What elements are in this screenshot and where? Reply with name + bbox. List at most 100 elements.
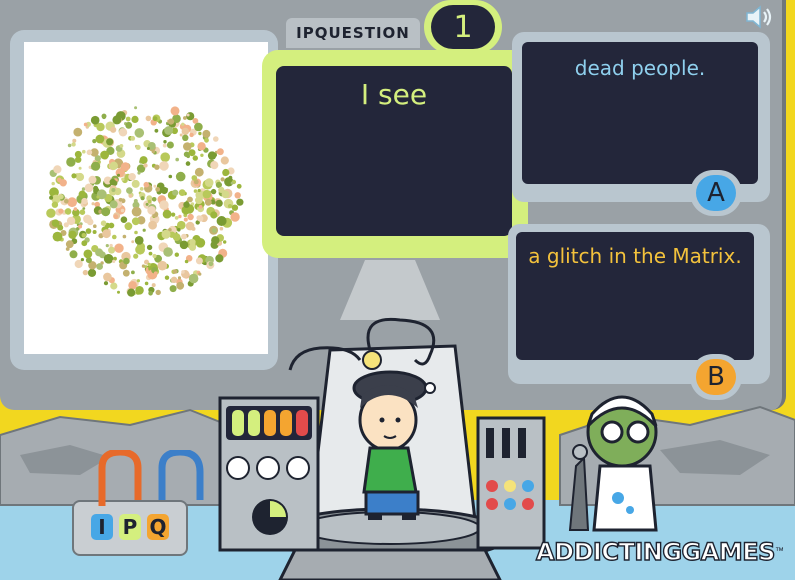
plate-dot	[100, 150, 109, 160]
plate-dot	[168, 174, 173, 179]
plate-dot	[72, 138, 77, 143]
plate-dot	[152, 116, 158, 122]
plate-dot	[188, 273, 199, 284]
plate-dot	[78, 190, 86, 198]
plate-dot	[170, 106, 180, 116]
answer-a-button[interactable]: A	[690, 170, 742, 216]
plate-dot	[204, 198, 212, 206]
plate-dot	[217, 148, 224, 156]
plate-dot	[148, 220, 157, 230]
plate-dot	[135, 244, 145, 255]
plate-dot	[73, 127, 83, 137]
plate-dot	[53, 165, 62, 174]
plate-dot	[101, 207, 111, 217]
plate-dot	[84, 183, 94, 193]
plate-dot	[137, 171, 141, 175]
plate-dot	[51, 201, 59, 208]
plate-dot	[178, 214, 182, 219]
plate-dot	[71, 173, 77, 179]
plate-dot	[215, 199, 223, 207]
plate-dot	[131, 270, 135, 275]
plate-dot	[111, 188, 116, 192]
plate-dot	[157, 260, 168, 271]
plate-dot	[128, 194, 133, 198]
plate-dot	[81, 233, 87, 238]
plate-dot	[148, 251, 153, 256]
plate-dot	[175, 157, 179, 162]
ipquestion-tab: IPQUESTION	[286, 18, 420, 48]
plate-dot	[177, 276, 182, 280]
plate-dot	[221, 190, 230, 199]
plate-dot	[83, 214, 92, 224]
plate-dot	[177, 228, 181, 232]
plate-dot	[210, 188, 217, 195]
plate-dot	[171, 212, 176, 217]
plate-dot	[219, 226, 224, 231]
answer-b-button[interactable]: B	[690, 354, 742, 400]
plate-dot	[51, 181, 55, 186]
plate-dot	[67, 143, 72, 148]
plate-dot	[151, 283, 156, 288]
ipq-letter-p: P	[119, 514, 141, 540]
plate-dot	[202, 189, 212, 199]
plate-dot	[112, 259, 116, 263]
logo-text[interactable]: ADDICTINGGAMES	[535, 537, 776, 566]
plate-dot	[117, 173, 120, 177]
answer-a-key[interactable]: A	[696, 175, 736, 211]
plate-dot	[162, 143, 167, 148]
plate-dot	[159, 200, 169, 210]
brain-scanner-machine	[218, 260, 546, 580]
plate-dot	[198, 205, 203, 209]
plate-dot	[163, 247, 173, 257]
answer-a-text[interactable]: dead people.	[522, 56, 758, 80]
plate-dot	[67, 197, 77, 208]
plate-dot	[96, 122, 105, 132]
plate-dot	[134, 230, 138, 235]
plate-dot	[147, 199, 152, 204]
plate-dot	[81, 197, 88, 205]
plate-dot	[136, 279, 140, 283]
plate-dot	[82, 149, 86, 154]
ipq-letter-q: Q	[147, 514, 169, 540]
plate-dot	[192, 155, 198, 161]
plate-dot	[120, 162, 130, 172]
plate-dot	[147, 206, 156, 215]
plate-dot	[133, 199, 138, 203]
answer-b-key[interactable]: B	[696, 359, 736, 395]
plate-dot	[181, 127, 189, 136]
scientist-character	[568, 395, 658, 532]
plate-dot	[139, 187, 144, 191]
plate-dot	[108, 246, 116, 254]
plate-dot	[65, 247, 70, 251]
plate-dot	[144, 281, 149, 286]
plate-dot	[69, 250, 78, 259]
plate-dot	[91, 202, 95, 206]
plate-dot	[128, 173, 136, 181]
plate-dot	[236, 183, 242, 189]
addictinggames-logo[interactable]: ADDICTINGGAMES™	[535, 537, 784, 578]
plate-dot	[91, 161, 101, 171]
plate-dot	[230, 212, 240, 222]
plate-dot	[96, 195, 100, 199]
plate-dot	[213, 136, 219, 142]
plate-dot	[154, 164, 160, 170]
plate-dot	[114, 243, 124, 253]
plate-dot	[131, 179, 140, 188]
plate-dot	[95, 248, 104, 257]
plate-dot	[101, 113, 107, 119]
plate-dot	[185, 161, 191, 166]
plate-dot	[108, 222, 115, 229]
plate-dot	[231, 204, 239, 211]
plate-dot	[81, 240, 88, 247]
plate-dot	[230, 181, 234, 185]
speaker-icon[interactable]	[744, 4, 774, 30]
plate-dot	[143, 181, 150, 188]
plate-dot	[65, 240, 74, 249]
plate-dot	[198, 131, 202, 136]
plate-dot	[58, 208, 64, 214]
plate-dot	[124, 222, 133, 231]
plate-dot	[178, 189, 186, 196]
plate-dot	[145, 202, 149, 206]
plate-dot	[86, 149, 93, 156]
plate-dot	[126, 187, 133, 194]
